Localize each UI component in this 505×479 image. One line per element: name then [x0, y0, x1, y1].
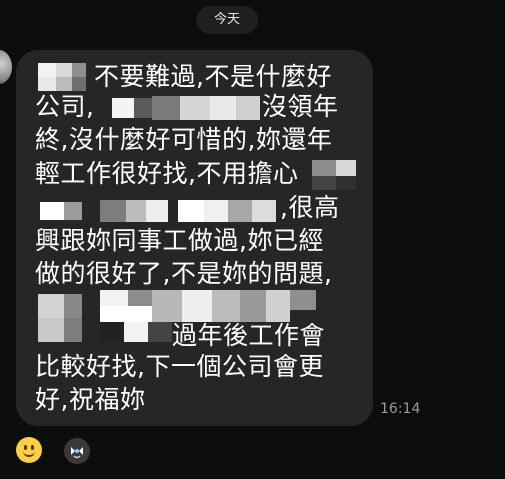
message-text-line: 沒領年: [262, 92, 339, 121]
message-text-line: ,很高: [280, 193, 340, 222]
message-text-line: 過年後工作會: [172, 321, 326, 350]
message-text-line: 輕工作很好找,不用擔心: [35, 159, 299, 188]
redacted-mosaic: [30, 196, 280, 226]
message-timestamp: 16:14: [380, 401, 421, 417]
message-text-line: 好,祝福妳: [35, 385, 146, 414]
message-text-line: 比較好找,下一個公司會更: [35, 352, 324, 381]
sender-avatar[interactable]: [0, 50, 12, 84]
message-text-line: 終,沒什麼好可惜的,妳還年: [35, 125, 333, 154]
message-text-line: 興跟妳同事工做過,妳已經: [35, 226, 324, 255]
date-separator: 今天: [196, 6, 258, 34]
redacted-mosaic: [100, 94, 260, 122]
mouth: [23, 449, 35, 457]
chat-screen: 今天 不要難過,不是什麼好 公司, 沒領年 終,沒什麼好可惜的,妳還年 輕工作很…: [0, 0, 505, 479]
redacted-mosaic: [312, 160, 372, 190]
smiley-face-icon[interactable]: [16, 437, 42, 463]
redacted-mosaic: [38, 63, 86, 91]
message-text-line: 不要難過,不是什麼好: [94, 62, 332, 91]
sticker-icon-svg: [66, 440, 88, 462]
message-text-line: 公司,: [35, 92, 95, 121]
sticker-reaction-icon[interactable]: [64, 438, 90, 464]
